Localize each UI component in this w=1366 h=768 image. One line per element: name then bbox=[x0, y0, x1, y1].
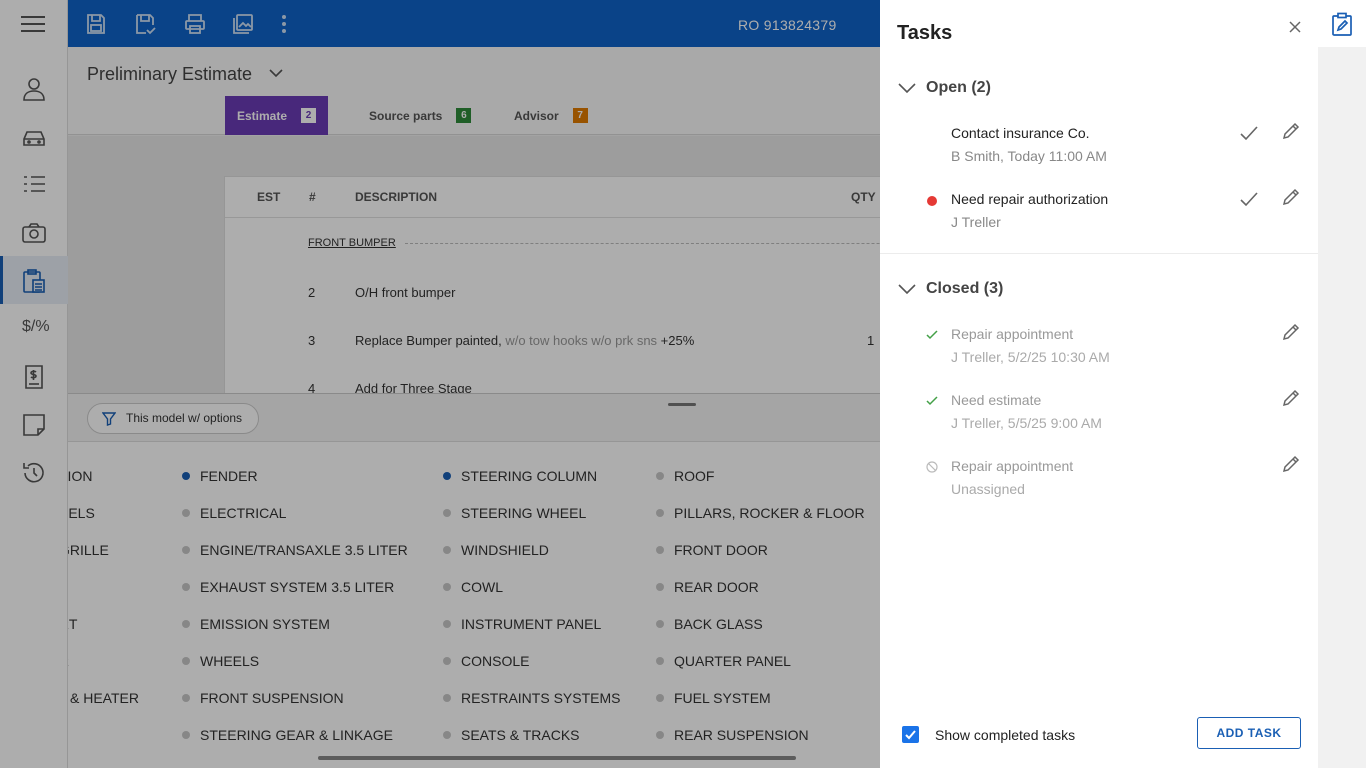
panel-title: Tasks bbox=[897, 22, 953, 44]
checkmark-icon bbox=[905, 730, 916, 740]
task-item[interactable]: Need repair authorization J Treller bbox=[880, 188, 1318, 247]
edit-pencil-icon[interactable] bbox=[1281, 322, 1301, 342]
tasks-panel: Tasks Open (2) Contact insurance Co. B S… bbox=[880, 0, 1318, 768]
edit-pencil-icon[interactable] bbox=[1281, 187, 1301, 207]
task-item[interactable]: Contact insurance Co. B Smith, Today 11:… bbox=[880, 122, 1318, 181]
task-name: Need repair authorization bbox=[951, 191, 1109, 207]
right-side-strip bbox=[1318, 0, 1366, 768]
chevron-down-icon bbox=[898, 284, 916, 295]
complete-check-icon[interactable] bbox=[1239, 123, 1259, 143]
task-assignee: J Treller bbox=[951, 214, 1001, 230]
tasks-toggle-button[interactable] bbox=[1318, 0, 1366, 47]
section-divider bbox=[880, 253, 1318, 254]
task-assignee: Unassigned bbox=[951, 481, 1025, 497]
add-task-button[interactable]: ADD TASK bbox=[1197, 717, 1301, 749]
task-item[interactable]: Need estimate J Treller, 5/5/25 9:00 AM bbox=[880, 389, 1318, 448]
overdue-status-icon bbox=[927, 196, 937, 206]
chevron-down-icon bbox=[898, 83, 916, 94]
task-name: Repair appointment bbox=[951, 458, 1074, 474]
show-completed-label[interactable]: Show completed tasks bbox=[935, 727, 1075, 743]
clipboard-edit-icon bbox=[1332, 12, 1352, 36]
task-assignee: J Treller, 5/2/25 10:30 AM bbox=[951, 349, 1110, 365]
edit-pencil-icon[interactable] bbox=[1281, 121, 1301, 141]
edit-pencil-icon[interactable] bbox=[1281, 388, 1301, 408]
completed-check-icon bbox=[926, 396, 938, 406]
section-label: Open (2) bbox=[926, 79, 991, 96]
task-name: Repair appointment bbox=[951, 326, 1074, 342]
show-completed-checkbox[interactable] bbox=[902, 726, 919, 743]
complete-check-icon[interactable] bbox=[1239, 189, 1259, 209]
task-name: Need estimate bbox=[951, 392, 1042, 408]
closed-section-header[interactable]: Closed (3) bbox=[897, 277, 1003, 301]
cancelled-status-icon bbox=[926, 461, 938, 473]
panel-footer: Show completed tasks ADD TASK bbox=[880, 716, 1318, 750]
task-item[interactable]: Repair appointment J Treller, 5/2/25 10:… bbox=[880, 323, 1318, 382]
task-assignee: B Smith, Today 11:00 AM bbox=[951, 148, 1107, 164]
completed-check-icon bbox=[926, 330, 938, 340]
task-name: Contact insurance Co. bbox=[951, 125, 1090, 141]
task-item[interactable]: Repair appointment Unassigned bbox=[880, 455, 1318, 514]
task-assignee: J Treller, 5/5/25 9:00 AM bbox=[951, 415, 1102, 431]
close-icon[interactable] bbox=[1287, 19, 1303, 35]
edit-pencil-icon[interactable] bbox=[1281, 454, 1301, 474]
section-label: Closed (3) bbox=[926, 280, 1004, 297]
open-section-header[interactable]: Open (2) bbox=[897, 76, 991, 100]
